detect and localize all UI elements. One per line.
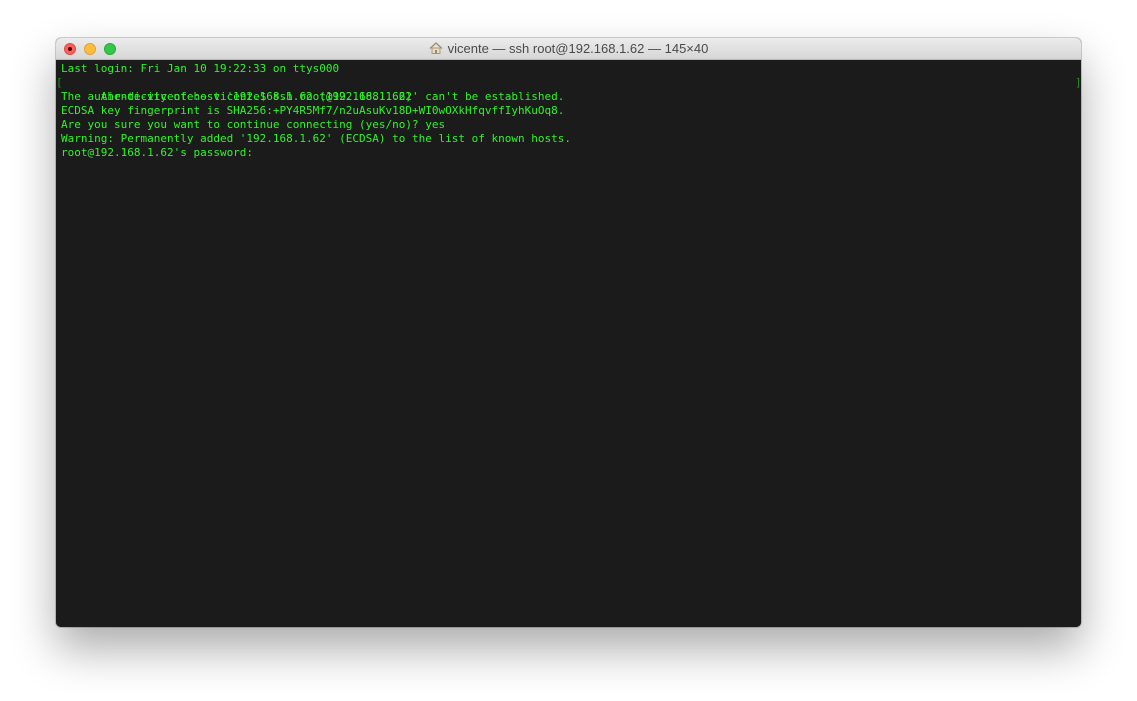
- terminal-line-5: Are you sure you want to continue connec…: [61, 118, 446, 131]
- mark-bracket-left: [: [56, 76, 63, 89]
- window-title: vicente — ssh root@192.168.1.62 — 145×40: [447, 41, 709, 56]
- terminal-line-7: root@192.168.1.62's password:: [61, 146, 254, 159]
- terminal-window: vicente — ssh root@192.168.1.62 — 145×40…: [56, 38, 1081, 627]
- window-title-container: vicente — ssh root@192.168.1.62 — 145×40: [56, 38, 1081, 60]
- terminal-line-6: Warning: Permanently added '192.168.1.62…: [61, 132, 571, 145]
- terminal-line-prompt: [Air-de-vicente:~ vicente$ ssh root@192.…: [56, 76, 1081, 103]
- terminal-line-1: Last login: Fri Jan 10 19:22:33 on ttys0…: [61, 62, 340, 75]
- terminal-line-4: ECDSA key fingerprint is SHA256:+PY4R5Mf…: [61, 104, 565, 117]
- house-icon: [429, 42, 443, 54]
- terminal-line-3: The authenticity of host '192.168.1.62 (…: [61, 90, 565, 103]
- mark-bracket-right: ]: [1075, 76, 1081, 89]
- title-bar[interactable]: vicente — ssh root@192.168.1.62 — 145×40: [56, 38, 1081, 60]
- terminal-output[interactable]: Last login: Fri Jan 10 19:22:33 on ttys0…: [56, 60, 1081, 627]
